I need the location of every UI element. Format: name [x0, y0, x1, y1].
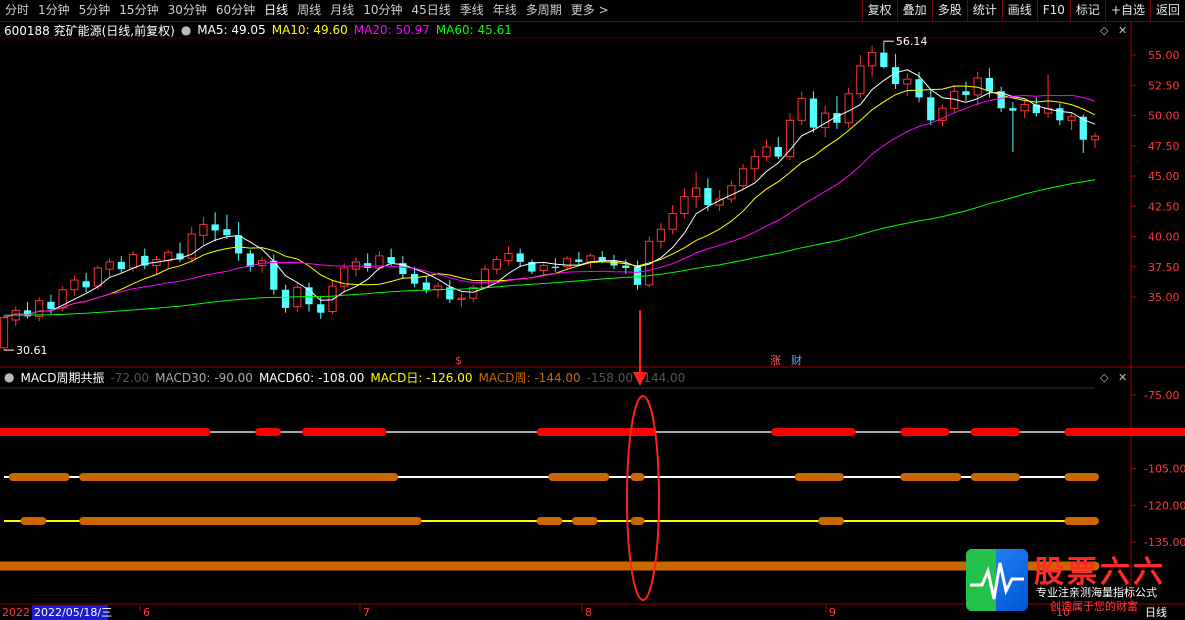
- candle-body: [727, 185, 736, 200]
- ma-line-ma20: [3, 94, 1096, 319]
- price-tick-7: 37.50: [1148, 261, 1180, 274]
- candle-body: [1067, 116, 1076, 121]
- candle-body: [1090, 135, 1100, 141]
- candle-body: [387, 257, 395, 264]
- candle-body: [844, 93, 853, 124]
- candle-body: [93, 267, 102, 287]
- candle-body: [47, 301, 55, 310]
- candle-body: [35, 300, 44, 317]
- price-tick-5: 42.50: [1148, 200, 1180, 213]
- candle-body: [328, 285, 337, 313]
- candle-body: [762, 146, 771, 158]
- candle-body: [622, 265, 630, 268]
- candle-body: [610, 260, 618, 266]
- candle-body: [633, 266, 642, 285]
- candle-body: [575, 259, 583, 262]
- candle-body: [128, 254, 138, 269]
- high-marker: 56.14: [896, 35, 928, 48]
- price-tick-8: 35.00: [1148, 291, 1180, 304]
- candle-body: [797, 98, 806, 121]
- candle-body: [891, 67, 900, 85]
- candle-body: [821, 112, 830, 129]
- candle-body: [422, 282, 430, 290]
- low-marker: 30.61: [16, 344, 48, 357]
- event-marker-zhang: 涨: [770, 354, 781, 367]
- candle-body: [551, 266, 560, 268]
- candle-body: [516, 253, 524, 262]
- candle-body: [364, 263, 372, 268]
- price-tick-4: 45.00: [1148, 170, 1180, 183]
- candle-body: [211, 224, 219, 231]
- candle-body: [1009, 108, 1017, 111]
- candle-body: [927, 97, 935, 121]
- price-tick-2: 50.00: [1148, 110, 1180, 123]
- candle-body: [0, 317, 9, 349]
- candle-body: [903, 78, 912, 85]
- candle-body: [1020, 104, 1029, 112]
- candle-body: [738, 168, 748, 187]
- candle-body: [867, 52, 877, 67]
- logo-mark: [966, 549, 1028, 611]
- month-label-1: 7: [363, 606, 370, 619]
- candle-body: [410, 274, 419, 284]
- indicator-tick-0: -75.00: [1144, 389, 1179, 402]
- candle-body: [985, 77, 994, 92]
- candle-body: [457, 297, 466, 300]
- candle-body: [704, 188, 712, 206]
- month-label-2: 8: [585, 606, 592, 619]
- price-tick-6: 40.00: [1148, 231, 1180, 244]
- candle-body: [539, 265, 548, 271]
- indicator-tick-2: -105.00: [1144, 463, 1185, 476]
- watermark-logo: 股票六六 专业注亲测海量指标公式 创造属于您的财富: [966, 549, 1180, 613]
- candle-body: [598, 257, 606, 261]
- candle-body: [117, 261, 125, 270]
- month-label-0: 6: [143, 606, 150, 619]
- candle-body: [962, 91, 970, 95]
- candle-body: [586, 255, 595, 263]
- candle-body: [234, 235, 243, 254]
- candle-body: [223, 229, 231, 236]
- candle-body: [656, 228, 666, 242]
- candle-body: [809, 98, 818, 128]
- event-marker-dollar: $: [455, 354, 462, 367]
- candle-body: [105, 261, 114, 270]
- candle-body: [915, 79, 923, 98]
- candle-body: [750, 156, 759, 170]
- candle-body: [317, 304, 325, 313]
- candle-body: [70, 279, 79, 291]
- candle-body: [785, 119, 795, 158]
- logo-slogan: 创造属于您的财富: [1050, 600, 1138, 613]
- candle-body: [281, 289, 290, 308]
- date-cursor-label: 2022/05/18/三: [34, 606, 112, 619]
- candle-body: [480, 268, 490, 288]
- candle-body: [1056, 108, 1064, 121]
- indicator-tick-3: -120.00: [1144, 499, 1185, 512]
- candle-body: [199, 223, 208, 236]
- chart-canvas[interactable]: 55.00 52.50 50.00 47.50 45.00 42.50 40.00 37.50…: [0, 0, 1185, 620]
- candle-body: [246, 253, 254, 267]
- candle-body: [668, 213, 677, 230]
- candle-body: [504, 252, 513, 262]
- price-tick-1: 52.50: [1148, 79, 1180, 92]
- candle-body: [880, 52, 888, 68]
- candle-body: [774, 146, 782, 157]
- month-label-3: 9: [829, 606, 836, 619]
- annotation-arrow-head: [633, 372, 647, 386]
- candle-body: [492, 258, 501, 270]
- candle-body: [692, 187, 701, 198]
- ma-line-ma60: [3, 179, 1096, 316]
- candle-body: [680, 196, 689, 215]
- candle-body: [973, 77, 982, 96]
- candle-body: [856, 65, 865, 95]
- candle-body: [82, 281, 90, 288]
- price-tick-0: 55.00: [1148, 49, 1180, 62]
- event-marker-cai: 财: [791, 353, 802, 367]
- price-tick-3: 47.50: [1148, 140, 1180, 153]
- date-year: 2022: [2, 606, 30, 619]
